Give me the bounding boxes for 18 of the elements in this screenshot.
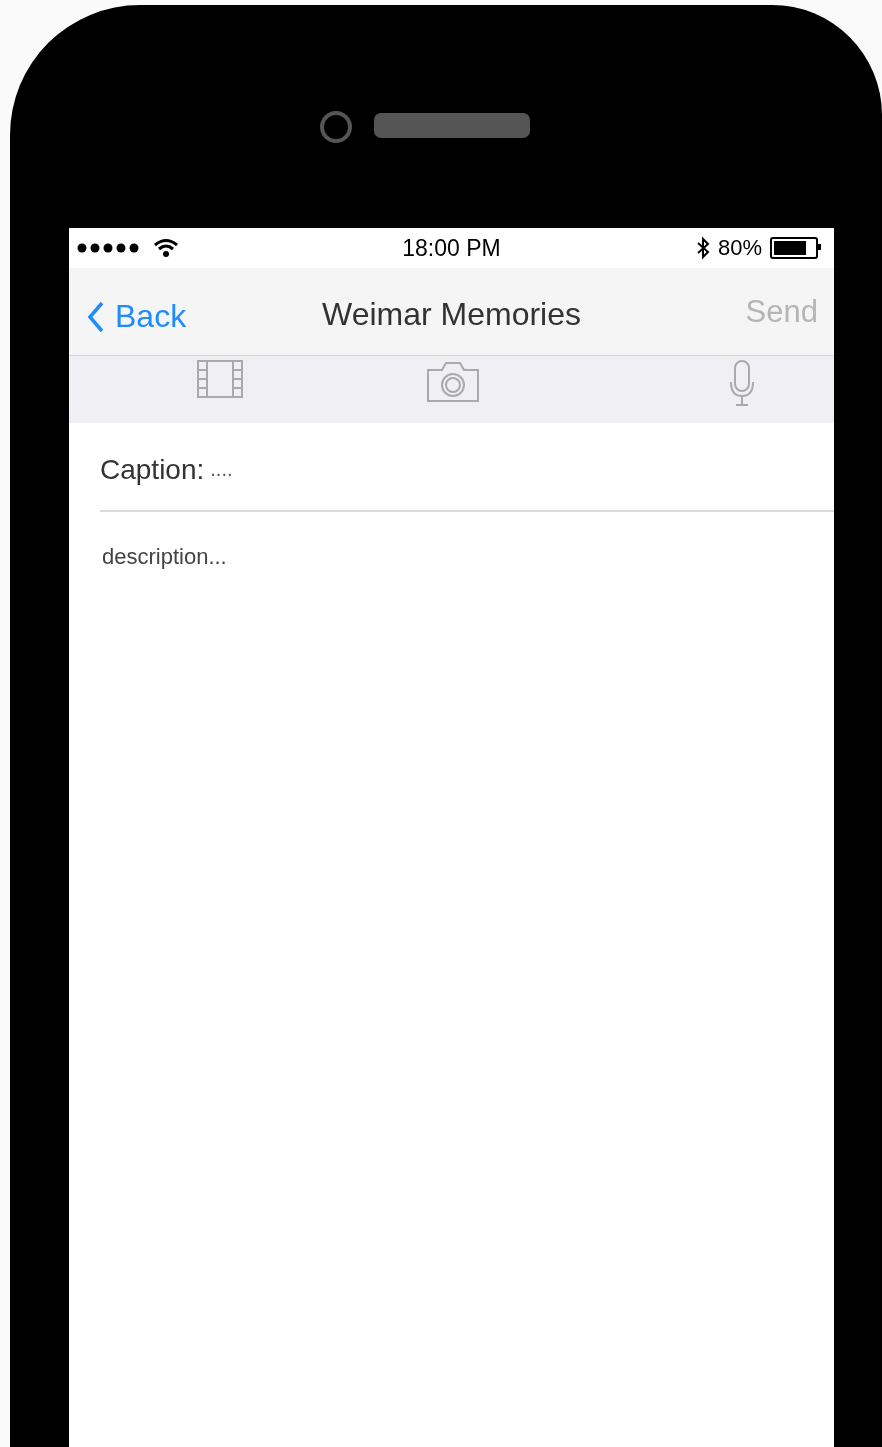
film-button[interactable] [197,360,243,401]
description-field[interactable]: description... [102,544,702,584]
film-icon [197,360,243,398]
camera-lens-icon [320,111,352,143]
chevron-left-icon [87,300,105,333]
screen-title: Weimar Memories [322,296,581,333]
wifi-icon [153,238,179,258]
caption-field[interactable]: .... [210,458,834,481]
microphone-button[interactable] [729,360,755,409]
camera-button[interactable] [427,362,479,405]
battery-percentage: 80% [717,235,762,261]
camera-icon [427,362,479,402]
back-button[interactable]: Back [87,298,187,335]
caption-label: Caption: [100,453,205,486]
microphone-icon [729,360,755,406]
status-time: 18:00 PM [402,235,501,262]
battery-icon [770,237,818,259]
bluetooth-icon [695,236,710,260]
